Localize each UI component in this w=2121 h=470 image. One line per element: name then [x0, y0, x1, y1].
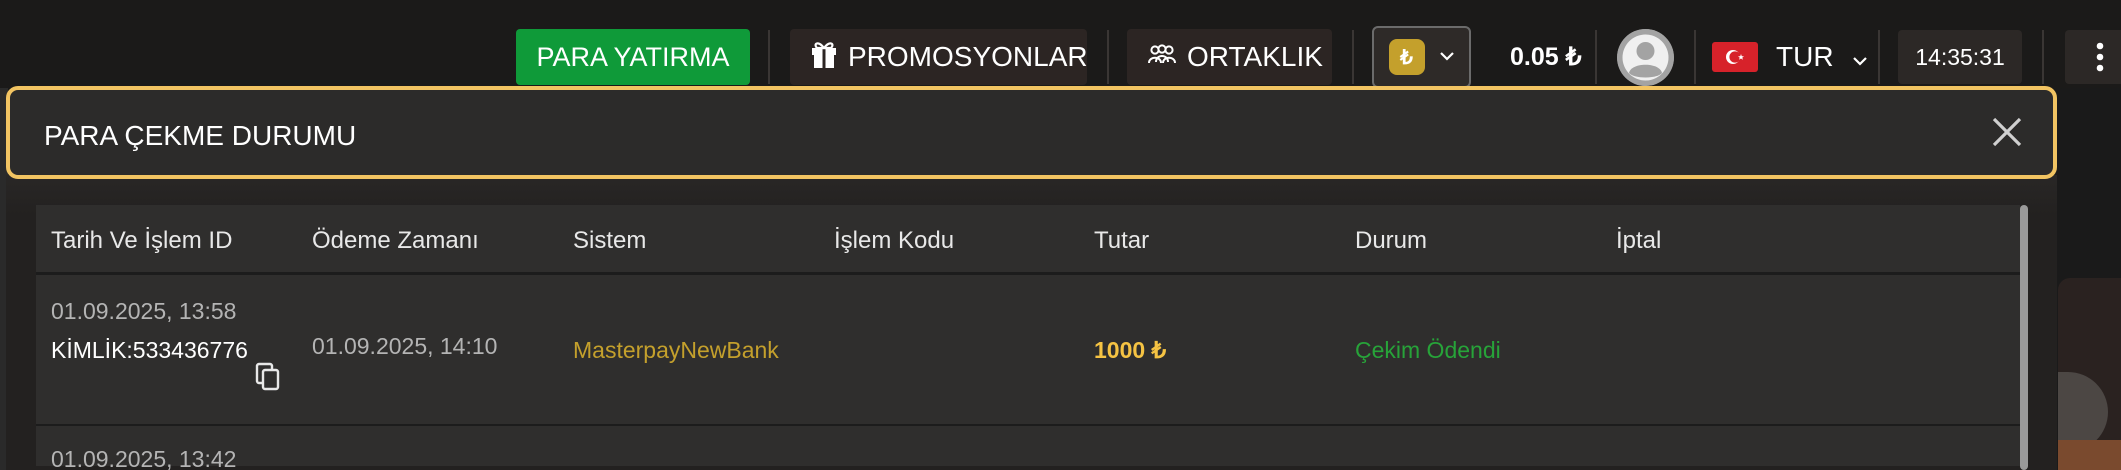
payment-time: 01.09.2025, 14:10: [312, 333, 498, 359]
withdrawal-status-modal-header: PARA ÇEKME DURUMU: [6, 86, 2057, 179]
turkey-flag-icon: [1712, 42, 1758, 72]
column-header: İşlem Kodu: [834, 227, 955, 254]
divider: [1352, 30, 1354, 84]
column-header: Durum: [1355, 227, 1428, 254]
affiliate-label: ORTAKLIK: [1187, 41, 1323, 72]
divider: [1107, 30, 1109, 84]
transaction-date: 01.09.2025, 13:42: [51, 446, 237, 470]
transaction-date: 01.09.2025, 13:58: [51, 298, 237, 324]
chevron-down-icon: [1439, 48, 1455, 66]
table-header: Tarih Ve İşlem ID Ödeme Zamanı Sistem İş…: [36, 205, 2020, 275]
table-row: 01.09.2025, 13:42: [36, 426, 2020, 470]
column-header: İptal: [1616, 227, 1662, 254]
status-badge: Çekim Ödendi: [1355, 337, 1501, 363]
lira-coin-icon: ₺: [1388, 39, 1425, 75]
background-game-graphic: [2058, 440, 2121, 470]
user-avatar-icon[interactable]: [1617, 29, 1674, 86]
affiliate-button[interactable]: ORTAKLIK: [1127, 29, 1332, 85]
divider: [1694, 30, 1696, 84]
promotions-label: PROMOSYONLAR: [848, 41, 1088, 72]
people-icon: [1147, 41, 1177, 73]
promotions-button[interactable]: PROMOSYONLAR: [790, 29, 1088, 85]
balance-display[interactable]: 0.05 ₺: [1510, 29, 1582, 85]
divider: [1878, 30, 1880, 84]
column-header: Ödeme Zamanı: [312, 227, 479, 254]
modal-title: PARA ÇEKME DURUMU: [44, 120, 357, 151]
transaction-id: KİMLİK:533436776: [51, 337, 248, 363]
withdrawal-table: Tarih Ve İşlem ID Ödeme Zamanı Sistem İş…: [36, 205, 2020, 470]
table-row: 01.09.2025, 13:58 KİMLİK:533436776 01.09…: [36, 275, 2020, 426]
table-scrollbar[interactable]: [2020, 205, 2028, 470]
close-icon[interactable]: [1987, 112, 2027, 152]
top-header: PARA YATIRMA PROMOSYONLAR ORTAKLIK ₺ 0.0…: [0, 0, 2121, 88]
amount: 1000 ₺: [1094, 337, 1167, 363]
divider: [768, 30, 770, 84]
deposit-label: PARA YATIRMA: [536, 41, 730, 72]
gift-icon: [810, 39, 838, 76]
app-stage: PARA YATIRMA PROMOSYONLAR ORTAKLIK ₺ 0.0…: [0, 0, 2121, 470]
copy-icon[interactable]: [254, 362, 282, 392]
language-label: TUR: [1776, 41, 1834, 72]
divider: [1595, 30, 1597, 84]
column-header: Tutar: [1094, 227, 1150, 254]
language-selector[interactable]: TUR: [1712, 29, 1868, 85]
divider: [2042, 30, 2044, 84]
column-header: Sistem: [573, 227, 647, 254]
currency-selector[interactable]: ₺: [1372, 26, 1471, 88]
deposit-button[interactable]: PARA YATIRMA: [516, 29, 750, 85]
kebab-menu-icon[interactable]: [2065, 30, 2121, 84]
clock: 14:35:31: [1898, 30, 2022, 84]
payment-system: MasterpayNewBank: [573, 337, 779, 363]
chevron-down-icon: [1852, 41, 1868, 73]
column-header: Tarih Ve İşlem ID: [51, 227, 233, 254]
